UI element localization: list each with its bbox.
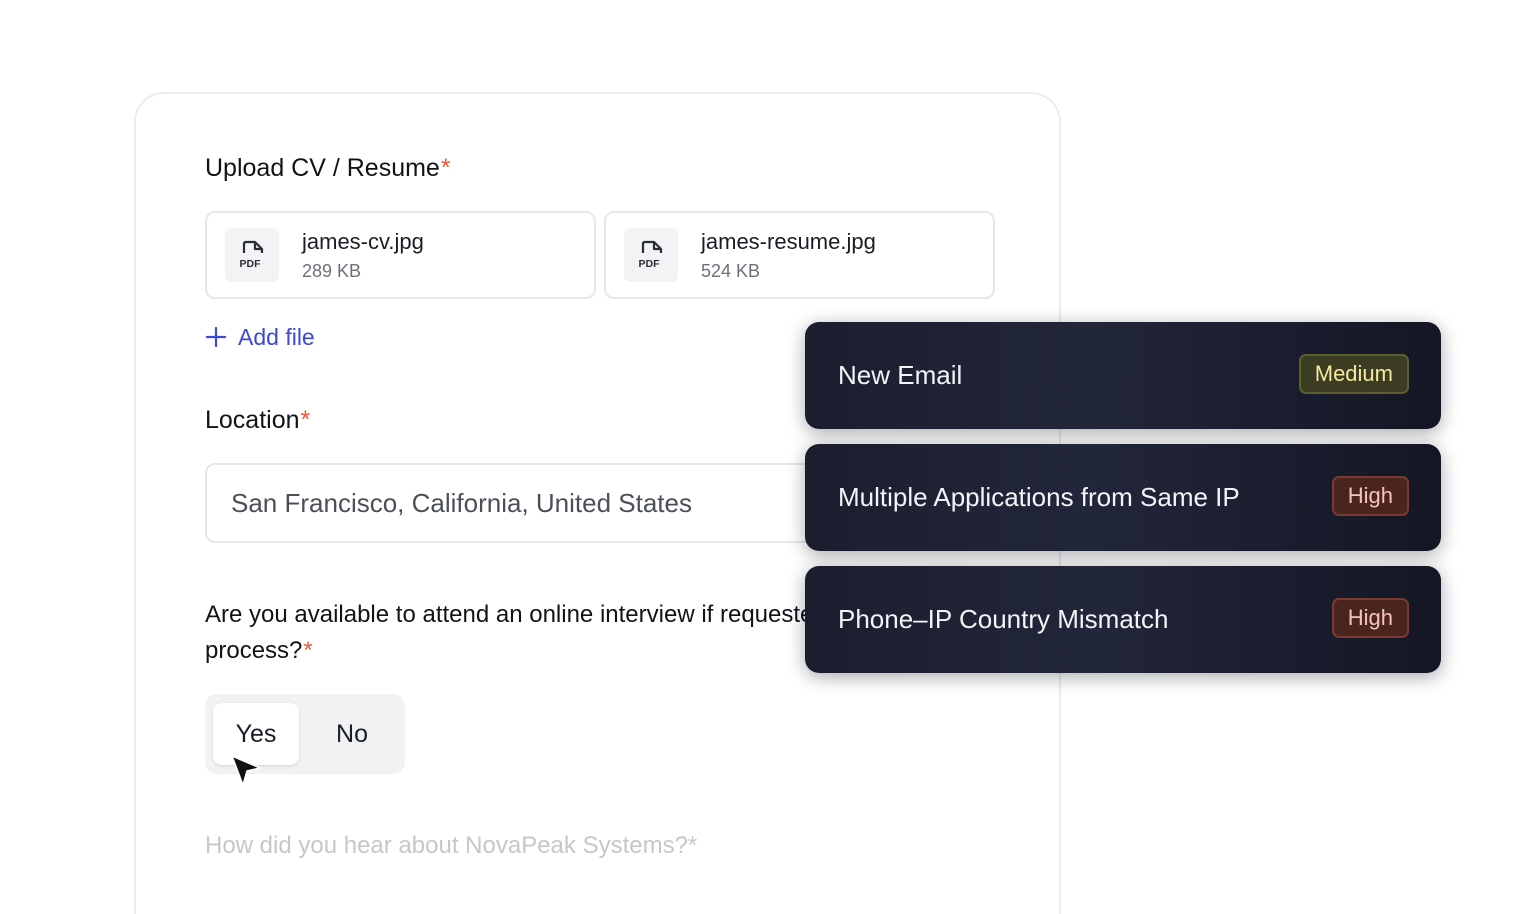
pdf-icon-text: PDF <box>639 258 661 270</box>
add-file-label: Add file <box>238 323 315 350</box>
required-asterisk: * <box>300 406 311 434</box>
add-file-button[interactable]: Add file <box>205 321 315 353</box>
file-size: 524 KB <box>701 261 761 281</box>
no-option-button[interactable]: No <box>309 703 395 765</box>
pdf-file-icon: PDF <box>624 228 678 282</box>
application-screen: Upload CV / Resume* PDF james-cv.jpg 289… <box>0 0 1536 914</box>
pdf-icon-text: PDF <box>240 258 262 270</box>
severity-badge-high: High <box>1331 598 1409 638</box>
file-name: james-cv.jpg <box>302 229 424 254</box>
required-asterisk: * <box>303 637 313 664</box>
alert-title: Phone–IP Country Mismatch <box>838 604 1169 634</box>
pdf-file-icon: PDF <box>225 228 279 282</box>
uploaded-file-tile[interactable]: PDF james-cv.jpg 289 KB <box>205 211 596 299</box>
risk-alert-card[interactable]: Multiple Applications from Same IP High <box>805 444 1441 551</box>
location-value: San Francisco, California, United States <box>231 487 692 518</box>
upload-cv-label-text: Upload CV / Resume <box>205 154 440 182</box>
mouse-pointer-icon <box>231 755 261 786</box>
risk-alert-card[interactable]: Phone–IP Country Mismatch High <box>805 566 1441 673</box>
alert-title: Multiple Applications from Same IP <box>838 482 1240 512</box>
uploaded-file-tile[interactable]: PDF james-resume.jpg 524 KB <box>604 211 995 299</box>
referral-question: How did you hear about NovaPeak Systems?… <box>205 832 698 859</box>
upload-cv-label: Upload CV / Resume* <box>205 154 451 183</box>
severity-badge-high: High <box>1331 476 1409 516</box>
location-label: Location* <box>205 406 310 435</box>
alert-title: New Email <box>838 360 963 390</box>
location-label-text: Location <box>205 406 300 434</box>
required-asterisk: * <box>440 154 451 182</box>
risk-alert-card[interactable]: New Email Medium <box>805 322 1441 429</box>
plus-icon <box>205 326 227 348</box>
file-name: james-resume.jpg <box>701 229 876 254</box>
severity-badge-medium: Medium <box>1298 354 1409 394</box>
file-size: 289 KB <box>302 261 362 281</box>
